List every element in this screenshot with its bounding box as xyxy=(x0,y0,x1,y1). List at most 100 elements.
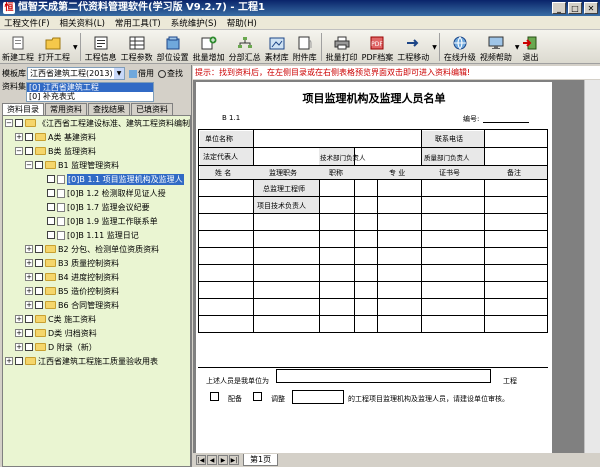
minimize-button[interactable]: _ xyxy=(552,2,566,14)
option-adjust-checkbox[interactable] xyxy=(253,392,262,401)
tree-item[interactable]: + B6 合同管理资料 xyxy=(25,299,119,311)
pdf-archive-button[interactable]: PDF PDF档案 xyxy=(360,31,396,63)
sheet-tab-page1[interactable]: 第1页 xyxy=(243,454,279,466)
checkbox[interactable] xyxy=(35,287,43,295)
checkbox[interactable] xyxy=(35,259,43,267)
dataset-item[interactable]: [0] 江西省建筑工程 xyxy=(27,83,153,92)
menu-item-maintenance[interactable]: 系统维护(S) xyxy=(171,17,217,29)
last-page-icon[interactable]: ▶| xyxy=(229,455,239,465)
batch-add-button[interactable]: 批量增加 xyxy=(191,31,227,63)
menu-item-tools[interactable]: 常用工具(T) xyxy=(115,17,161,29)
expand-icon[interactable]: + xyxy=(5,357,13,365)
project-params-button[interactable]: 工程参数 xyxy=(119,31,155,63)
folder-icon xyxy=(35,329,46,337)
checkbox[interactable] xyxy=(25,343,33,351)
collapse-icon[interactable]: − xyxy=(15,147,23,155)
tree-item[interactable]: − B类 监理资料 xyxy=(15,145,96,157)
menu-item-help[interactable]: 帮助(H) xyxy=(227,17,257,29)
location-settings-button[interactable]: 部位设置 xyxy=(155,31,191,63)
toolbar-separator xyxy=(438,33,440,61)
checkbox[interactable] xyxy=(47,231,55,239)
online-upgrade-button[interactable]: 在线升级 xyxy=(442,31,478,63)
close-button[interactable]: ✕ xyxy=(584,2,598,14)
template-library-select[interactable]: 江西省建筑工程(2013) ▼ xyxy=(27,67,125,80)
tree-item[interactable]: + B5 造价控制资料 xyxy=(25,285,119,297)
checkbox[interactable] xyxy=(25,329,33,337)
dataset-list[interactable]: [0] 江西省建筑工程 [0] 补充表式 xyxy=(26,82,154,102)
tree-item[interactable]: + B2 分包、检测单位资质资料 xyxy=(25,243,159,255)
expand-icon[interactable]: + xyxy=(25,245,33,253)
project-info-button[interactable]: 工程信息 xyxy=(83,31,119,63)
tree-item[interactable]: + B4 进度控制资料 xyxy=(25,271,119,283)
checkbox[interactable] xyxy=(15,119,23,127)
expand-icon[interactable]: + xyxy=(25,287,33,295)
tree-item[interactable]: + D类 归档资料 xyxy=(15,327,97,339)
checkbox[interactable] xyxy=(25,147,33,155)
video-help-button[interactable]: 视频帮助 xyxy=(478,31,514,63)
project-move-button[interactable]: 工程移动 xyxy=(395,31,431,63)
new-project-button[interactable]: 新建工程 xyxy=(0,31,36,63)
expand-icon[interactable]: + xyxy=(15,343,23,351)
dataset-item[interactable]: [0] 补充表式 xyxy=(27,92,153,101)
exit-button[interactable]: 退出 xyxy=(519,31,541,63)
checkbox[interactable] xyxy=(47,217,55,225)
attachment-library-button[interactable]: 附件库 xyxy=(291,31,319,63)
first-page-icon[interactable]: |◀ xyxy=(196,455,206,465)
option-equip-checkbox[interactable] xyxy=(210,392,219,401)
tree-item[interactable]: − B1 监理管理资料 xyxy=(25,159,119,171)
tree-item[interactable]: [0]B 1.9 监理工作联系单 xyxy=(47,215,158,227)
tree-item[interactable]: + A类 基建资料 xyxy=(15,131,96,143)
folder-icon xyxy=(45,301,56,309)
expand-icon[interactable]: + xyxy=(15,329,23,337)
checkbox[interactable] xyxy=(35,273,43,281)
tab-search-results[interactable]: 查找结果 xyxy=(88,103,130,115)
menu-item-related[interactable]: 相关资料(L) xyxy=(60,17,105,29)
collapse-icon[interactable]: − xyxy=(5,119,13,127)
vertical-scrollbar[interactable] xyxy=(584,80,600,453)
checkbox[interactable] xyxy=(47,175,55,183)
tree-item[interactable]: + 江西省建筑工程施工质量验收用表 xyxy=(5,355,158,367)
folder-icon xyxy=(45,245,56,253)
expand-icon[interactable]: + xyxy=(25,273,33,281)
tab-catalog[interactable]: 资料目录 xyxy=(2,103,44,115)
checkbox[interactable] xyxy=(47,203,55,211)
tree-item[interactable]: − 《江西省工程建设标准、建筑工程资料编制 xyxy=(5,117,190,129)
tab-common[interactable]: 常用资料 xyxy=(45,103,87,115)
tree-item[interactable]: [0]B 1.11 监理日记 xyxy=(47,229,139,241)
open-project-dropdown[interactable]: ▼ xyxy=(73,44,78,51)
expand-icon[interactable]: + xyxy=(15,133,23,141)
checkbox[interactable] xyxy=(35,161,43,169)
menu-item-file[interactable]: 工程文件(F) xyxy=(4,17,50,29)
tree-item[interactable]: [0]B 1.1 项目监理机构及监理人 xyxy=(47,173,184,185)
expand-icon[interactable]: + xyxy=(25,259,33,267)
form-sheet[interactable]: 项目监理机构及监理人员名单 B 1.1 编号: 单位名称 联系电话 法定代表人 … xyxy=(196,82,552,453)
expand-icon[interactable]: + xyxy=(15,315,23,323)
borrow-button[interactable]: 借用 xyxy=(129,68,154,79)
prev-page-icon[interactable]: ◀ xyxy=(207,455,217,465)
adjust-field[interactable] xyxy=(292,390,344,404)
checkbox[interactable] xyxy=(35,245,43,253)
collapse-icon[interactable]: − xyxy=(25,161,33,169)
project-move-dropdown[interactable]: ▼ xyxy=(432,44,437,51)
checkbox[interactable] xyxy=(47,189,55,197)
maximize-button[interactable]: □ xyxy=(568,2,582,14)
tree-item[interactable]: [0]B 1.2 检测取样见证人授 xyxy=(47,187,166,199)
tree-item[interactable]: + D 附录（新） xyxy=(15,341,97,353)
project-name-field[interactable] xyxy=(276,369,491,383)
expand-icon[interactable]: + xyxy=(25,301,33,309)
open-project-button[interactable]: 打开工程 xyxy=(36,31,72,63)
summary-button[interactable]: 分部汇总 xyxy=(227,31,263,63)
tree-item[interactable]: [0]B 1.7 监理会议纪要 xyxy=(47,201,150,213)
tree-item[interactable]: + B3 质量控制资料 xyxy=(25,257,119,269)
checkbox[interactable] xyxy=(15,357,23,365)
tab-filled[interactable]: 已填资料 xyxy=(131,103,173,115)
tree-item[interactable]: + C类 施工资料 xyxy=(15,313,96,325)
next-page-icon[interactable]: ▶ xyxy=(218,455,228,465)
checkbox[interactable] xyxy=(35,301,43,309)
checkbox[interactable] xyxy=(25,133,33,141)
form-number-field[interactable] xyxy=(483,112,529,123)
find-button[interactable]: 查找 xyxy=(158,68,183,79)
material-library-button[interactable]: 素材库 xyxy=(263,31,291,63)
batch-print-button[interactable]: 批量打印 xyxy=(324,31,360,63)
checkbox[interactable] xyxy=(25,315,33,323)
